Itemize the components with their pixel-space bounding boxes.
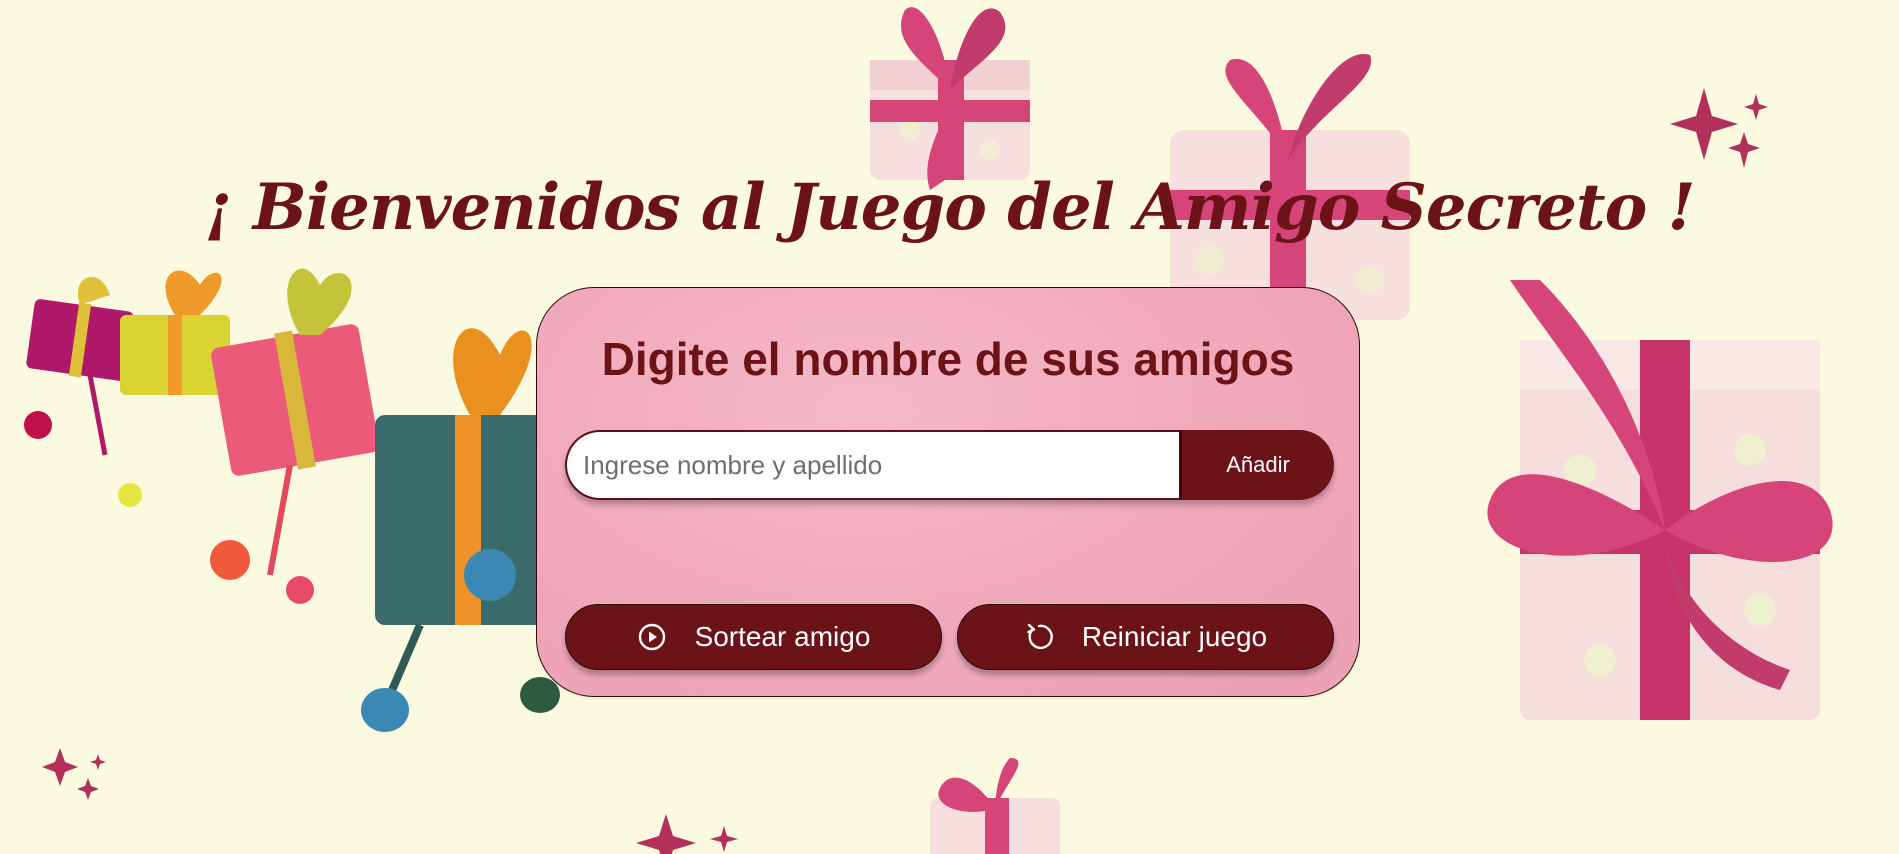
page-title: ¡ Bienvenidos al Juego del Amigo Secreto… <box>204 170 1695 245</box>
add-button[interactable]: Añadir <box>1179 430 1334 500</box>
gift-box-icon <box>24 268 560 732</box>
draw-friend-button[interactable]: Sortear amigo <box>565 604 942 670</box>
reset-game-label: Reiniciar juego <box>1081 621 1268 652</box>
reset-game-button[interactable]: Reiniciar juego <box>957 604 1334 670</box>
sparkle-icon <box>636 814 738 854</box>
friend-name-input[interactable] <box>565 430 1179 500</box>
draw-friend-label: Sortear amigo <box>694 621 871 652</box>
gift-box-icon <box>1487 280 1833 720</box>
play-circle-icon <box>638 623 665 651</box>
page-background: ¡ Bienvenidos al Juego del Amigo Secreto… <box>0 0 1899 854</box>
card-heading: Digite el nombre de sus amigos <box>601 333 1295 385</box>
action-buttons: Sortear amigo Reiniciar juego <box>565 604 1334 670</box>
gift-box-icon <box>930 758 1060 854</box>
sparkle-icon <box>1670 88 1768 168</box>
sparkle-icon <box>42 748 106 800</box>
add-friend-row: Añadir <box>565 430 1334 500</box>
friends-card: Digite el nombre de sus amigos Añadir So… <box>536 287 1360 697</box>
refresh-icon <box>1027 623 1053 650</box>
